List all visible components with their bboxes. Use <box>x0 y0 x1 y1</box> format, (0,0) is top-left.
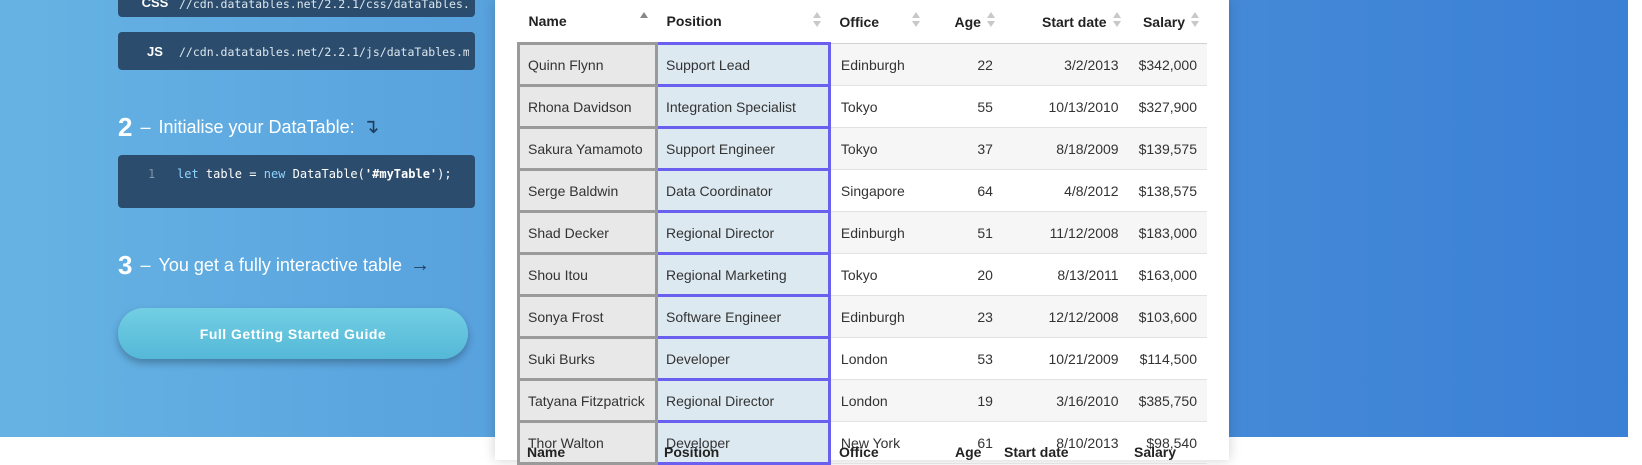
footer-header-row: Name Position Office Age Start date Sala… <box>527 444 1177 460</box>
table-row[interactable]: Rhona Davidson Integration Specialist Toky… <box>517 84 1207 129</box>
css-label: CSS <box>141 0 169 10</box>
page-edge <box>1628 0 1642 460</box>
table-cell: 20 <box>927 253 1003 296</box>
code-line: let table = new DataTable('#myTable'); <box>177 167 452 181</box>
css-url: //cdn.datatables.net/2.2.1/css/dataTable… <box>179 0 469 11</box>
table-cell: Tokyo <box>829 127 928 170</box>
sort-icon <box>911 12 920 28</box>
table-cell: Quinn Flynn <box>517 42 658 87</box>
table-cell: Suki Burks <box>517 336 658 381</box>
table-row[interactable]: Tatyana Fitzpatrick Regional Director Lond… <box>517 378 1207 423</box>
column-header-age[interactable]: Age <box>927 0 1003 44</box>
table-cell: $385,750 <box>1128 379 1207 422</box>
table-cell: $327,900 <box>1128 85 1207 128</box>
sort-icon <box>1112 12 1121 28</box>
table-cell: 10/21/2009 <box>1002 337 1129 380</box>
line-number: 1 <box>148 167 156 181</box>
table-row[interactable]: Shad Decker Regional Director Edinburgh 51 1… <box>517 210 1207 255</box>
table-cell: 23 <box>927 295 1003 338</box>
step-3: 3– You get a fully interactive table → <box>118 250 430 280</box>
table-cell: 51 <box>927 211 1003 254</box>
table-cell: Singapore <box>829 169 928 212</box>
column-header-name[interactable]: Name <box>518 0 657 44</box>
sort-icon <box>640 12 649 28</box>
step-2: 2– Initialise your DataTable: ↴ <box>118 112 380 142</box>
table-cell: $103,600 <box>1128 295 1207 338</box>
table-cell: 3/2/2013 <box>1002 43 1129 86</box>
table-cell: Rhona Davidson <box>517 84 658 129</box>
table-cell: $138,575 <box>1128 169 1207 212</box>
table-cell: Tatyana Fitzpatrick <box>517 378 658 423</box>
table-cell: Tokyo <box>829 253 928 296</box>
table-cell: $342,000 <box>1128 43 1207 86</box>
table-cell: 8/18/2009 <box>1002 127 1129 170</box>
table-cell: $183,000 <box>1128 211 1207 254</box>
table-cell: $114,500 <box>1128 337 1207 380</box>
column-header-salary[interactable]: Salary <box>1128 0 1207 44</box>
table-cell: 8/13/2011 <box>1002 253 1129 296</box>
table-row[interactable]: Shou Itou Regional Marketing Tokyo 20 8/13/2… <box>517 252 1207 297</box>
table-cell: Shad Decker <box>517 210 658 255</box>
table-cell: 3/16/2010 <box>1002 379 1129 422</box>
table-cell: 10/13/2010 <box>1002 85 1129 128</box>
js-url: //cdn.datatables.net/2.2.1/js/dataTables… <box>179 45 469 59</box>
table-row[interactable]: Sakura Yamamoto Support Engineer Tokyo 37 8/… <box>517 126 1207 171</box>
table-cell: $163,000 <box>1128 253 1207 296</box>
sort-icon <box>986 12 995 28</box>
column-header-position[interactable]: Position <box>656 0 830 44</box>
table-cell: 12/12/2008 <box>1002 295 1129 338</box>
step-text: Initialise your DataTable: <box>158 117 355 137</box>
table-row[interactable]: Sonya Frost Software Engineer Edinburgh 23 1… <box>517 294 1207 339</box>
table-cell: Tokyo <box>829 85 928 128</box>
table-cell: Shou Itou <box>517 252 658 297</box>
table-row[interactable]: Quinn Flynn Support Lead Edinburgh 22 3/2/20… <box>517 42 1207 87</box>
table-row[interactable]: Serge Baldwin Data Coordinator Singapore 64… <box>517 168 1207 213</box>
table-cell: Software Engineer <box>654 294 831 339</box>
table-cell: 19 <box>927 379 1003 422</box>
table-cell: $139,575 <box>1128 127 1207 170</box>
table-row[interactable]: Suki Burks Developer London 53 10/21/2009 $11… <box>517 336 1207 381</box>
table-cell: Edinburgh <box>829 211 928 254</box>
table-cell: Regional Marketing <box>654 252 831 297</box>
table-cell: 22 <box>927 43 1003 86</box>
arrow-right-icon: → <box>409 254 430 276</box>
step-number: 3 <box>118 250 133 280</box>
table-cell: Edinburgh <box>829 295 928 338</box>
init-code-block[interactable]: 1 let table = new DataTable('#myTable'); <box>118 155 475 208</box>
table-cell: Data Coordinator <box>654 168 831 213</box>
table-cell: Support Lead <box>654 42 831 87</box>
table-cell: 55 <box>927 85 1003 128</box>
getting-started-guide-button[interactable]: Full Getting Started Guide <box>118 308 468 359</box>
table-cell: Serge Baldwin <box>517 168 658 213</box>
table-cell: Support Engineer <box>654 126 831 171</box>
table-cell: 11/12/2008 <box>1002 211 1129 254</box>
datatable-panel: Name Position Office Age Start date Sala… <box>495 0 1229 465</box>
js-label: JS <box>147 44 163 59</box>
header-row: Name Position Office Age Start date Sala… <box>518 0 1207 44</box>
table-cell: Regional Director <box>654 378 831 423</box>
table-cell: Regional Director <box>654 210 831 255</box>
table-cell: Sakura Yamamoto <box>517 126 658 171</box>
js-install-row[interactable]: JS //cdn.datatables.net/2.2.1/js/dataTab… <box>118 32 475 70</box>
column-header-start-date[interactable]: Start date <box>1002 0 1129 44</box>
arrow-down-icon: ↴ <box>362 116 380 138</box>
table-cell: Integration Specialist <box>654 84 831 129</box>
table-cell: Developer <box>654 336 831 381</box>
column-header-office[interactable]: Office <box>829 0 928 44</box>
sort-icon <box>813 12 822 28</box>
table-cell: London <box>829 337 928 380</box>
css-install-row[interactable]: CSS //cdn.datatables.net/2.2.1/css/dataT… <box>118 0 475 17</box>
step-number: 2 <box>118 112 133 142</box>
table-cell: London <box>829 379 928 422</box>
table-cell: Sonya Frost <box>517 294 658 339</box>
data-table: Name Position Office Age Start date Sala… <box>517 0 1207 465</box>
table-cell: 53 <box>927 337 1003 380</box>
table-cell: 64 <box>927 169 1003 212</box>
table-cell: 4/8/2012 <box>1002 169 1129 212</box>
sort-icon <box>1191 12 1199 28</box>
step-text: You get a fully interactive table <box>158 255 402 275</box>
table-cell: Edinburgh <box>829 43 928 86</box>
table-cell: 37 <box>927 127 1003 170</box>
